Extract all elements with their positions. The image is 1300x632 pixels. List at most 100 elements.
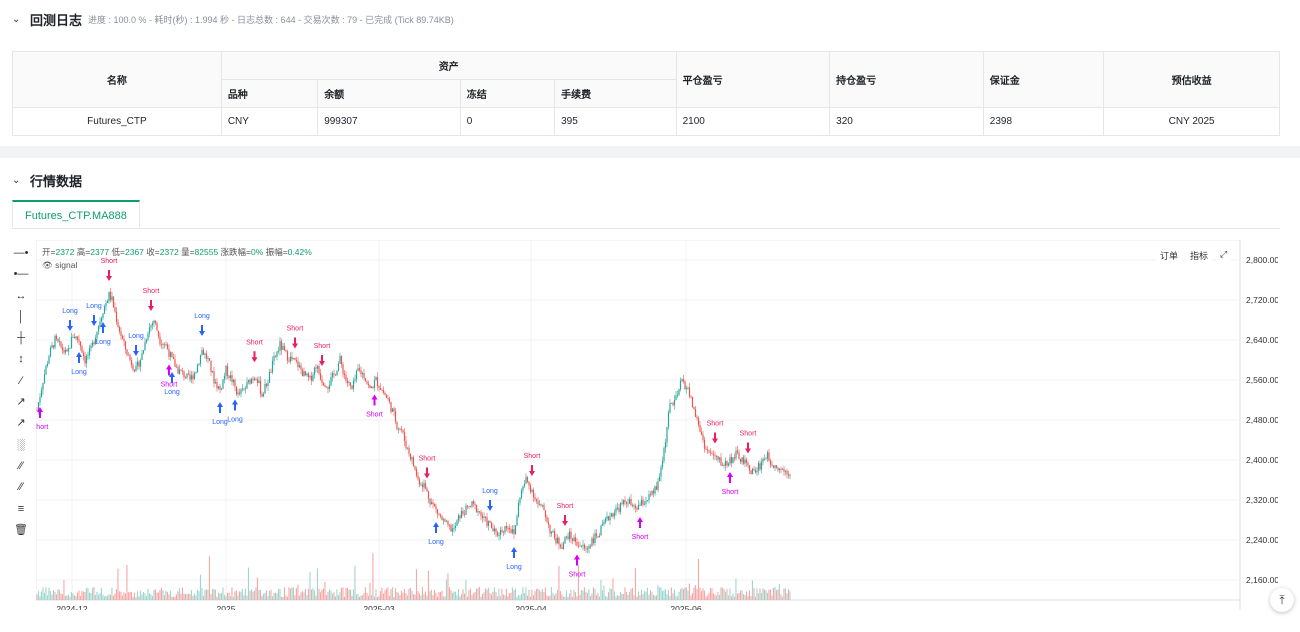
assets-table: 名称 资产 平仓盈亏 持仓盈亏 保证金 预估收益 品种 余额 冻结 手续费 Fu… [12,51,1280,136]
tab-futures-ctp-ma888[interactable]: Futures_CTP.MA888 [12,200,140,228]
volume-bar [73,595,75,600]
volume-bar [201,587,203,600]
backtest-log-header[interactable]: ⌄ 回测日志 进度 : 100.0 % - 耗时(秒) : 1.994 秒 - … [12,9,454,29]
candle-body [294,358,296,361]
candle-body [87,355,89,356]
parallel-channel-icon[interactable]: ⁄⁄ [12,457,30,475]
market-data-title: 行情数据 [30,173,83,189]
volume-bar [217,592,219,600]
orders-button[interactable]: 订单 [1156,248,1183,263]
candle-body [490,522,493,529]
volume-bar [310,589,312,600]
horizontal-line-icon[interactable]: •— [12,265,30,283]
candlestick-chart[interactable]: 2,800.00 2,720.00 2,640.00 2,560.00 2,480.00… [36,240,1278,610]
candle-body [544,510,547,518]
volume-bar [267,596,269,600]
chevron-down-icon[interactable]: ⌄ [12,175,26,186]
parallel-lines-icon[interactable]: ∕∕ [12,478,30,496]
price-label-icon[interactable]: ░ [12,436,30,454]
volume-bar [309,571,311,600]
vertical-line-icon[interactable]: │ [12,308,30,326]
volume-bar [174,596,176,600]
candle-body [76,336,79,340]
delete-icon[interactable]: 🗑 [12,521,30,539]
volume-bar [754,596,756,600]
candle-body [693,407,695,409]
eye-icon[interactable]: 👁 [42,260,53,270]
candle-body [64,349,67,353]
volume-bar [495,591,497,600]
candle-body [648,494,650,501]
fib-retracement-icon[interactable]: ≡ [12,500,30,518]
ray-line-icon[interactable]: ↗ [12,393,30,411]
arrow-line-icon[interactable]: ↗ [12,414,30,432]
volume-bar [672,593,674,600]
volume-bar [36,594,38,600]
candle-body [147,333,149,340]
low-label: 低= [111,247,125,257]
volume-bar [343,596,345,600]
volume-bar [412,594,414,600]
volume-bar [508,593,510,600]
extended-line-icon[interactable]: ↔ [12,287,30,305]
volume-bar [721,587,723,600]
candle-body [529,485,532,492]
scroll-to-top-button[interactable]: ⤒ [1270,588,1294,612]
volume-bar [448,587,450,600]
volume-bar [757,593,759,600]
candle-body [208,358,211,361]
volume-bar [108,594,110,600]
candle-body [483,516,485,518]
candle-body [499,529,502,536]
fullscreen-icon[interactable]: ⤢ [1216,248,1232,263]
chevron-down-icon[interactable]: ⌄ [12,14,26,25]
candle-body [747,462,749,466]
x-tick-label: 2025-06 [670,604,701,610]
candle-body [672,403,674,406]
volume-bar [387,587,389,600]
candle-body [174,359,176,367]
candle-body [706,449,709,451]
candle-body [595,533,598,537]
candle-body [600,525,602,536]
market-data-header[interactable]: ⌄ 行情数据 [12,170,82,190]
x-tick-label: 2025-03 [363,604,394,610]
volume-bar [705,596,707,600]
cross-line-icon[interactable]: ┼ [12,329,30,347]
y-tick-label: 2,720.00 [1246,295,1278,305]
volume-bar [507,596,509,600]
volume-bar [436,596,438,600]
volume-bar [261,595,263,600]
volume-bar [607,592,609,600]
price-range-icon[interactable]: ↕ [12,350,30,368]
volume-bar [693,587,695,600]
volume-bar [502,594,504,600]
volume-bar [90,593,92,600]
candle-body [249,379,251,384]
volume-bar [172,596,174,600]
candle-body [505,526,508,529]
candle-body [70,337,73,348]
candle-body [276,351,278,357]
horizontal-ray-icon[interactable]: —• [12,244,30,262]
volume-bar [534,591,536,600]
drawing-toolbar: —• •— ↔ │ ┼ ↕ ∕ ↗ ↗ ░ ⁄⁄ ∕∕ ≡ 🗑 [12,244,34,542]
volume-bar [612,578,614,600]
volume-bar [253,590,255,600]
signal-legend[interactable]: 👁 signal [42,260,77,271]
trend-line-icon[interactable]: ∕ [12,372,30,390]
volume-bar [402,592,404,600]
volume-bar [775,590,777,600]
volume-bar [133,592,135,600]
volume-bar [586,592,588,600]
candle-body [765,458,767,460]
volume-bar [37,591,39,600]
indicators-button[interactable]: 指标 [1186,248,1213,263]
volume-bar [694,585,696,600]
candle-body [277,350,280,352]
candle-body [373,380,376,388]
candle-body [613,512,616,517]
volume-bar [435,592,437,600]
volume-bar [520,593,522,600]
volume-bar [240,591,242,600]
